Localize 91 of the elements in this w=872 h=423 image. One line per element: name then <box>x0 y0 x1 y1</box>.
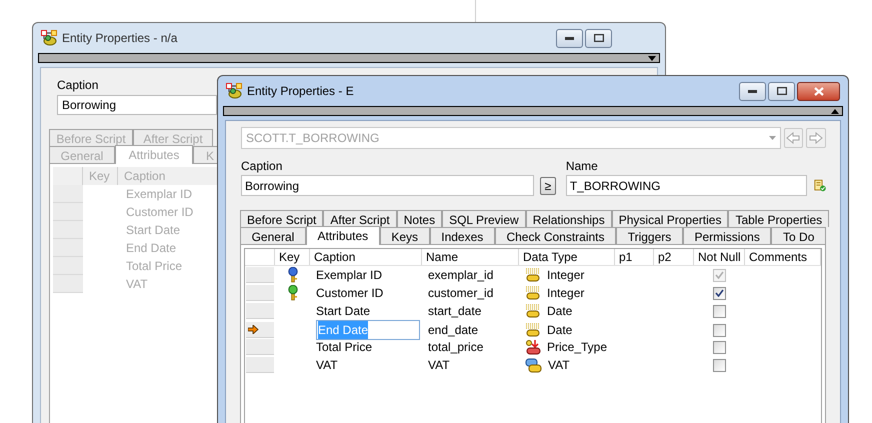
not-null-checkbox[interactable] <box>713 358 726 372</box>
table-cell-text: Date <box>547 303 572 320</box>
forward-button[interactable] <box>806 128 826 148</box>
row-header[interactable] <box>246 322 274 338</box>
column-header[interactable]: Key <box>275 249 310 265</box>
field-label: Name <box>566 158 598 175</box>
app-icon <box>226 83 243 99</box>
tab[interactable]: Physical Properties <box>612 210 728 227</box>
table-cell-text: end_date <box>427 322 480 339</box>
table-cell-text: total_price <box>427 339 484 356</box>
column-header[interactable]: Name <box>422 249 519 265</box>
table-cell: Exemplar ID <box>126 187 192 201</box>
table-cell-text: customer_id <box>427 285 494 302</box>
tab[interactable]: Before Script <box>240 210 324 227</box>
table-cell: Customer ID <box>126 205 194 219</box>
not-null-checkbox[interactable] <box>713 286 726 300</box>
table-cell: Exemplar ID <box>316 268 382 282</box>
not-null-checkbox[interactable] <box>713 340 726 354</box>
left-arrow-icon <box>786 132 800 144</box>
back-button[interactable] <box>784 128 804 148</box>
table-cell: Total Price <box>316 340 372 354</box>
data-type-icon <box>525 286 541 300</box>
data-type-icon <box>525 323 541 337</box>
maximize-icon <box>776 87 786 95</box>
column-header[interactable]: Not Null <box>694 249 745 265</box>
tab[interactable]: Table Properties <box>728 210 830 227</box>
tab[interactable]: Notes <box>396 210 442 227</box>
caption-field[interactable]: Borrowing <box>57 95 217 115</box>
table-cell-text: start_date <box>427 303 482 320</box>
minimize-button[interactable] <box>739 82 766 100</box>
table-cell-text: Date <box>547 322 572 339</box>
table-cell: Customer ID <box>316 286 384 300</box>
column-header[interactable]: Caption <box>310 249 422 265</box>
tab[interactable]: Attributes <box>306 226 380 245</box>
tab[interactable]: Indexes <box>430 227 495 244</box>
column-header[interactable]: Data Type <box>519 249 615 265</box>
tab[interactable]: Relationships <box>526 210 612 227</box>
column-header: Caption <box>118 167 218 185</box>
dropdown-arrow-icon <box>768 136 776 140</box>
field-label: Caption <box>241 158 282 175</box>
column-header: Key <box>83 167 118 185</box>
table-cell-text: Price_Type <box>547 339 608 356</box>
minimize-icon <box>748 90 757 92</box>
tab[interactable]: SQL Preview <box>442 210 526 227</box>
tab[interactable]: After Script <box>323 210 397 227</box>
maximize-icon <box>594 34 604 42</box>
column-header[interactable]: p2 <box>654 249 694 265</box>
app-icon <box>41 30 58 46</box>
minimize-icon <box>565 36 574 40</box>
table-cell-text: exemplar_id <box>427 267 494 284</box>
current-row-arrow-icon <box>248 325 259 334</box>
linked-type-icon <box>525 358 542 372</box>
table-cell-text: VAT <box>427 357 451 374</box>
tab[interactable]: To Do <box>771 227 826 244</box>
collapse-bar[interactable] <box>38 53 660 63</box>
close-button[interactable] <box>797 82 840 100</box>
not-null-checkbox[interactable] <box>713 304 726 318</box>
tab[interactable]: Check Constraints <box>494 227 616 244</box>
not-null-checkbox[interactable] <box>713 324 726 336</box>
right-arrow-icon <box>809 132 824 144</box>
tab[interactable]: Permissions <box>682 227 772 244</box>
document-check-icon[interactable] <box>814 178 826 193</box>
window-title: Entity Properties - E <box>247 83 354 100</box>
tab[interactable]: Keys <box>380 227 430 244</box>
tab[interactable]: General <box>240 227 306 244</box>
collapse-bar[interactable] <box>223 106 843 116</box>
data-type-icon <box>525 268 541 282</box>
copy-caption-button[interactable]: ≥ <box>540 177 556 195</box>
field-label: Caption <box>57 77 98 94</box>
maximize-button[interactable] <box>768 82 795 100</box>
tab[interactable]: Triggers <box>616 227 683 244</box>
table-cell: Start Date <box>126 223 180 237</box>
table-cell: VAT <box>316 358 338 372</box>
table-cell: Total Price <box>126 259 182 273</box>
window-title: Entity Properties - n/a <box>62 30 178 47</box>
minimize-button[interactable] <box>556 28 583 48</box>
column-header[interactable]: p1 <box>615 249 654 265</box>
column-header[interactable]: Comments <box>745 249 821 265</box>
table-corner <box>53 167 83 185</box>
table-cell-text: Integer <box>547 267 584 284</box>
user-type-icon <box>525 340 541 354</box>
caption-field[interactable]: Borrowing <box>241 175 534 196</box>
table-cell: Start Date <box>316 304 370 318</box>
table-cell-text: Integer <box>547 285 584 302</box>
close-icon <box>814 86 824 96</box>
name-field[interactable]: T_BORROWING <box>566 175 807 196</box>
table-cell-text: VAT <box>548 357 570 374</box>
data-type-icon <box>525 304 541 318</box>
table-cell: VAT <box>126 277 148 291</box>
maximize-button[interactable] <box>585 28 612 48</box>
table-cell: End Date <box>126 241 176 255</box>
